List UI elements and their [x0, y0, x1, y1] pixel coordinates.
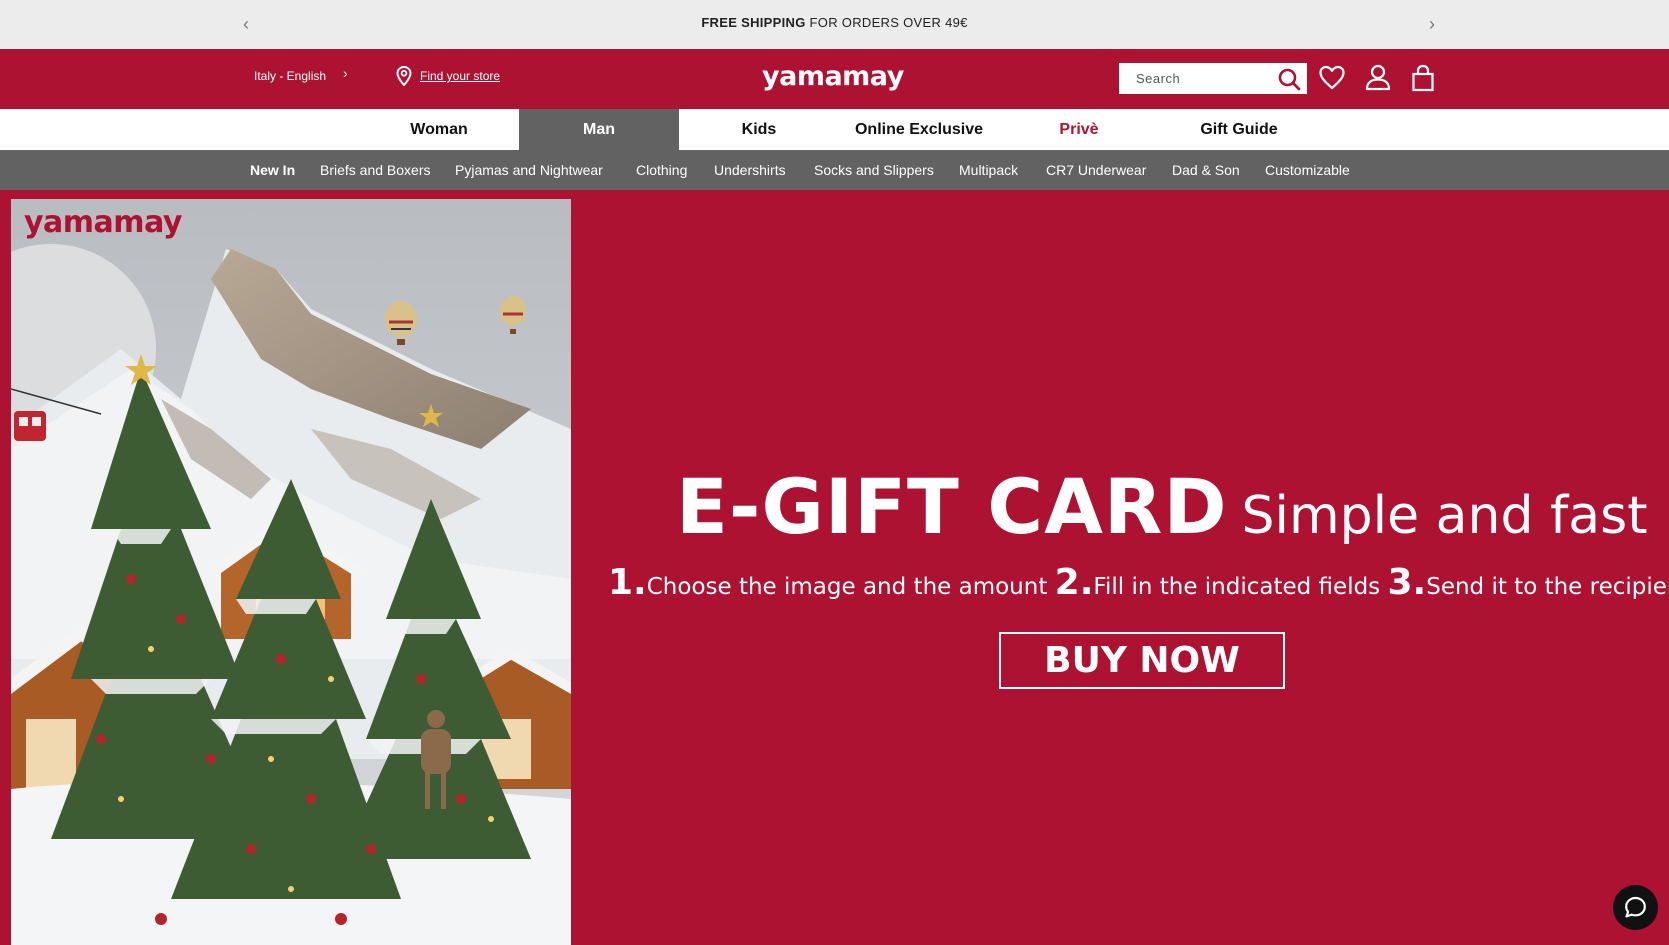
- step-text: Fill in the indicated fields: [1093, 574, 1381, 600]
- promo-message: FREE SHIPPING FOR ORDERS OVER 49€: [701, 15, 968, 30]
- subcategory-nav: New In Briefs and Boxers Pyjamas and Nig…: [0, 150, 1669, 190]
- subnav-undershirts[interactable]: Undershirts: [714, 150, 786, 190]
- subnav-briefs-boxers[interactable]: Briefs and Boxers: [320, 150, 431, 190]
- hero-banner[interactable]: yamamay E-GIFT CARD Simple and fast 1.Cho…: [0, 190, 1669, 945]
- chat-button[interactable]: [1613, 885, 1658, 930]
- subnav-dad-son[interactable]: Dad & Son: [1172, 150, 1240, 190]
- subnav-new-in[interactable]: New In: [250, 150, 295, 190]
- heart-icon[interactable]: [1318, 63, 1346, 93]
- christmas-village-image[interactable]: yamamay: [11, 199, 571, 945]
- chevron-right-icon[interactable]: ›: [1422, 12, 1442, 36]
- subnav-cr7-underwear[interactable]: CR7 Underwear: [1046, 150, 1146, 190]
- tab-online-exclusive[interactable]: Online Exclusive: [839, 109, 999, 150]
- subnav-pyjamas[interactable]: Pyjamas and Nightwear: [455, 150, 603, 190]
- subnav-customizable[interactable]: Customizable: [1265, 150, 1350, 190]
- locale-selector[interactable]: Italy - English: [254, 69, 326, 83]
- step-text: Choose the image and the amount: [646, 574, 1048, 600]
- image-brand-logo: yamamay: [24, 205, 182, 240]
- step-number: 3.: [1387, 562, 1427, 603]
- step-text: Send it to the recipient: [1426, 574, 1669, 600]
- gift-card-title: E-GIFT CARD Simple and fast: [676, 462, 1648, 551]
- subnav-clothing[interactable]: Clothing: [636, 150, 687, 190]
- promo-bar: ‹ FREE SHIPPING FOR ORDERS OVER 49€ ›: [0, 0, 1669, 49]
- tab-gift-guide[interactable]: Gift Guide: [1159, 109, 1319, 150]
- step-number: 2.: [1054, 562, 1094, 603]
- find-store-link[interactable]: Find your store: [396, 66, 500, 86]
- tab-woman[interactable]: Woman: [359, 109, 519, 150]
- step-number: 1.: [608, 562, 647, 603]
- tab-kids[interactable]: Kids: [679, 109, 839, 150]
- find-store-label[interactable]: Find your store: [420, 69, 500, 83]
- shopping-bag-icon[interactable]: [1409, 63, 1437, 93]
- user-icon[interactable]: [1364, 63, 1392, 93]
- map-pin-icon: [396, 66, 412, 86]
- winter-scene-illustration: [11, 199, 571, 945]
- category-nav: Woman Man Kids Online Exclusive Privè Gi…: [0, 109, 1669, 150]
- gift-card-steps: 1.Choose the image and the amount 2.Fill…: [608, 562, 1669, 603]
- chevron-right-icon[interactable]: ›: [343, 65, 348, 81]
- subnav-multipack[interactable]: Multipack: [959, 150, 1018, 190]
- search-input[interactable]: [1119, 63, 1269, 94]
- title-main: E-GIFT CARD: [676, 462, 1228, 551]
- logo[interactable]: yamamay: [762, 61, 904, 92]
- buy-now-button[interactable]: BUY NOW: [999, 632, 1285, 689]
- search-box[interactable]: [1119, 63, 1307, 94]
- tab-prive[interactable]: Privè: [999, 109, 1159, 150]
- title-sub: Simple and fast: [1241, 486, 1648, 546]
- subnav-socks-slippers[interactable]: Socks and Slippers: [814, 150, 934, 190]
- chat-bubble-icon: [1625, 896, 1646, 918]
- search-icon[interactable]: [1277, 67, 1301, 91]
- main-header: Italy - English › Find your store yamama…: [0, 49, 1669, 109]
- tab-man[interactable]: Man: [519, 109, 679, 150]
